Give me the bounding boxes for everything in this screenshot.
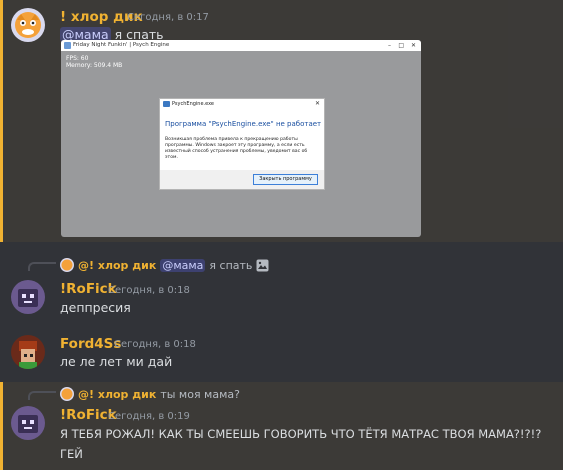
close-icon: ✕ bbox=[314, 100, 320, 107]
game-window-title: Friday Night Funkin' | Psych Engine bbox=[73, 42, 170, 48]
reply-mention: @мама bbox=[160, 258, 206, 272]
reply-avatar bbox=[60, 387, 74, 401]
minimize-icon: – bbox=[388, 42, 391, 49]
error-heading: Программа "PsychEngine.exe" не работает bbox=[165, 120, 322, 128]
reply-text: ты моя мама? bbox=[160, 387, 240, 401]
dialog-footer: Закрыть программу bbox=[160, 170, 324, 189]
message-text-line2: ГЕЙ bbox=[60, 447, 83, 461]
reply-spine bbox=[28, 391, 56, 400]
timestamp: Сегодня, в 0:17 bbox=[127, 12, 209, 23]
reply-avatar bbox=[60, 258, 74, 272]
username[interactable]: Ford4Ss bbox=[60, 336, 121, 352]
message-text: ле ле лет ми дай bbox=[60, 354, 173, 369]
game-window-titlebar: Friday Night Funkin' | Psych Engine – □ … bbox=[61, 40, 421, 51]
memory-counter: Memory: 509.4 MB bbox=[66, 62, 123, 69]
avatar[interactable] bbox=[11, 280, 45, 314]
reply-text: я спать bbox=[209, 258, 253, 272]
image-icon bbox=[256, 259, 269, 272]
reply-preview[interactable]: @! хлор дик @мама я спать bbox=[60, 258, 269, 272]
message-text: деппресия bbox=[60, 300, 131, 315]
image-attachment[interactable]: Friday Night Funkin' | Psych Engine – □ … bbox=[61, 40, 421, 237]
fps-counter: FPS: 60 bbox=[66, 55, 89, 62]
avatar[interactable] bbox=[11, 8, 45, 42]
error-body: Возникшая проблема привела к прекращению… bbox=[165, 137, 308, 160]
timestamp: Сегодня, в 0:19 bbox=[108, 411, 190, 422]
avatar[interactable] bbox=[11, 406, 45, 440]
close-program-button: Закрыть программу bbox=[253, 174, 318, 185]
error-dialog: PsychEngine.exe ✕ Программа "PsychEngine… bbox=[159, 98, 325, 190]
timestamp: Сегодня, в 0:18 bbox=[114, 339, 196, 350]
avatar[interactable] bbox=[11, 335, 45, 369]
mention-bar bbox=[0, 0, 3, 242]
mention-bar bbox=[0, 382, 3, 470]
app-icon bbox=[64, 42, 71, 49]
message-text: Я ТЕБЯ РОЖАЛ! КАК ТЫ СМЕЕШЬ ГОВОРИТЬ ЧТО… bbox=[60, 427, 542, 441]
reply-author[interactable]: @! хлор дик bbox=[78, 259, 156, 272]
reply-author[interactable]: @! хлор дик bbox=[78, 388, 156, 401]
reply-spine bbox=[28, 262, 56, 271]
close-icon: ✕ bbox=[410, 42, 416, 49]
error-app-icon bbox=[163, 101, 170, 107]
maximize-icon: □ bbox=[398, 42, 404, 49]
timestamp: Сегодня, в 0:18 bbox=[108, 285, 190, 296]
reply-preview[interactable]: @! хлор дик ты моя мама? bbox=[60, 387, 240, 401]
error-dialog-title: PsychEngine.exe bbox=[172, 101, 215, 107]
